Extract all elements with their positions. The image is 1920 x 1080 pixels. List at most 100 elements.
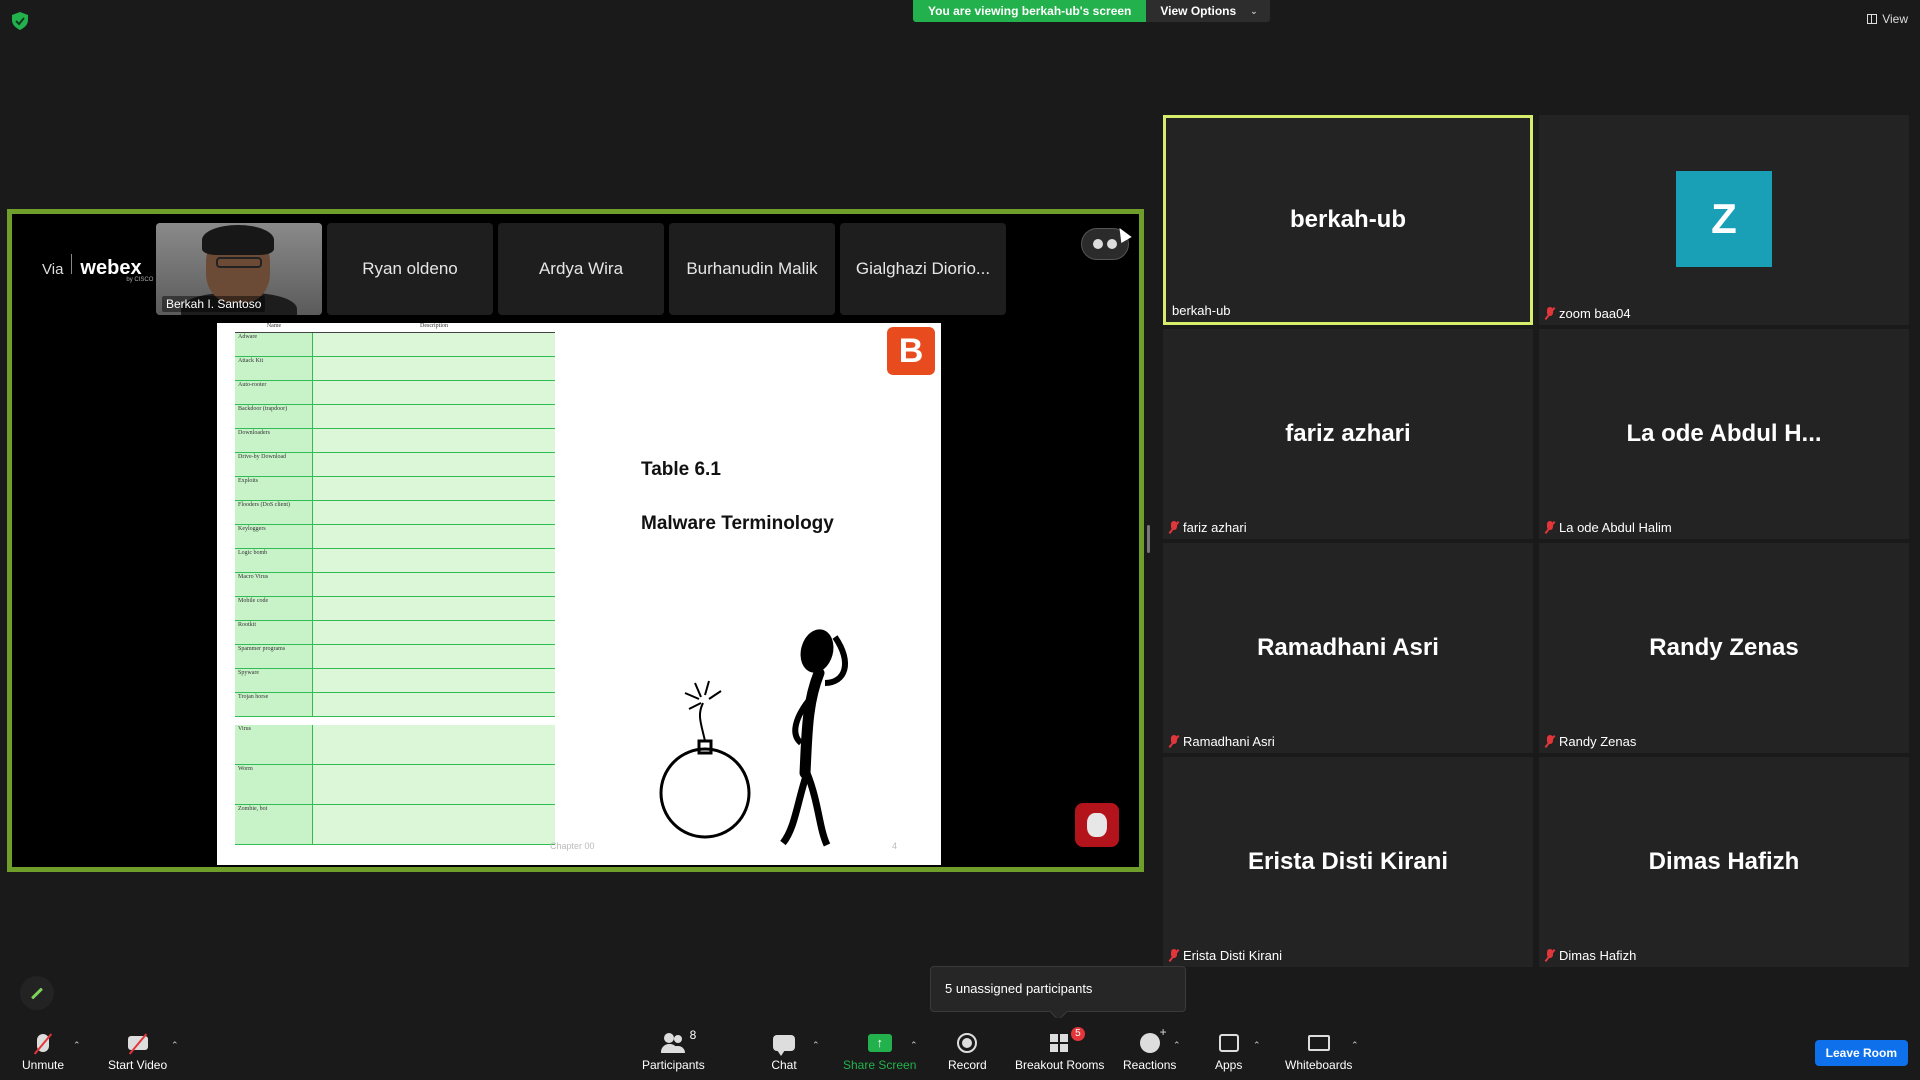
participant-name-label: Randy Zenas [1545,734,1636,749]
annotate-button[interactable] [20,976,54,1010]
table-cell-name: Mobile code [235,597,313,620]
video-off-icon [127,1036,148,1050]
table-cell-name: Attack Kit [235,357,313,380]
table-cell-name: Keyloggers [235,525,313,548]
record-button[interactable]: Record [948,1032,987,1072]
webex-logo: Via webex by CISCO [42,254,153,283]
participant-tile[interactable]: Ramadhani Asri Ramadhani Asri [1163,543,1533,753]
chevron-down-icon: ⌄ [1250,6,1258,16]
table-row: Rootkit [235,621,555,645]
participant-name-label: fariz azhari [1169,520,1247,535]
view-button[interactable]: View [1867,12,1908,26]
participant-tile[interactable]: berkah-ub berkah-ub [1163,115,1533,325]
table-cell-name: Zombie, bot [235,805,313,844]
participant-name-label: zoom baa04 [1545,306,1631,321]
table-cell-name: Trojan horse [235,693,313,716]
malware-table: Name Description Adware Attack Kit Auto-ro… [235,323,555,865]
breakout-rooms-icon [1049,1034,1070,1052]
participant-name-label: Dimas Hafizh [1545,948,1636,963]
muted-microphone-icon [1545,949,1555,962]
table-row: Macro Virus [235,573,555,597]
slide-title: Table 6.1 [641,459,721,480]
table-row: Mobile code [235,597,555,621]
table-cell-name: Drive-by Download [235,453,313,476]
muted-microphone-icon [1169,735,1179,748]
table-cell-name: Spammer programs [235,645,313,668]
participant-display-name: Ramadhani Asri [1257,634,1439,661]
audio-options-caret[interactable]: ⌃ [73,1040,81,1051]
participant-name-label: berkah-ub [1172,303,1231,318]
slide-subtitle: Malware Terminology [641,513,834,534]
table-cell-name: Auto-rooter [235,381,313,404]
reactions-button[interactable]: Reactions [1123,1025,1176,1072]
table-cell-name: Exploits [235,477,313,500]
webex-participant-strip: Berkah I. Santoso Ryan oldeno Ardya Wira… [156,223,1006,315]
table-cell-name: Rootkit [235,621,313,644]
breakout-rooms-button[interactable]: 5 Breakout Rooms [1015,1027,1104,1072]
table-row: Downloaders [235,429,555,453]
table-cell-name: Adware [235,333,313,356]
participant-tile[interactable]: La ode Abdul H... La ode Abdul Halim [1539,329,1909,539]
unassigned-participants-tooltip: 5 unassigned participants [930,966,1186,1012]
bomb-and-stickman-illustration [659,629,848,847]
share-screen-button[interactable]: ↑ Share Screen [843,1032,916,1072]
share-screen-icon: ↑ [867,1034,892,1052]
share-options-caret[interactable]: ⌃ [910,1040,918,1051]
participant-tile[interactable]: Randy Zenas Randy Zenas [1539,543,1909,753]
view-options-button[interactable]: View Options ⌄ [1146,0,1270,22]
participant-display-name: berkah-ub [1289,206,1406,233]
participant-tile[interactable]: Zzoom baa04 [1539,115,1909,325]
screen-share-banner: You are viewing berkah-ub's screen View … [913,0,1270,22]
presentation-slide: Name Description Adware Attack Kit Auto-ro… [217,323,941,865]
muted-microphone-icon [1545,735,1555,748]
avatar: Z [1676,171,1772,267]
webex-tile: Burhanudin Malik [669,223,835,315]
table-cell-name: Worm [235,765,313,804]
viewing-screen-label: You are viewing berkah-ub's screen [913,0,1147,22]
table-row: Drive-by Download [235,453,555,477]
apps-button[interactable]: Apps [1215,1032,1242,1072]
participant-display-name: Randy Zenas [1649,634,1799,661]
chat-button[interactable]: Chat [771,1032,797,1072]
muted-microphone-icon [1545,521,1555,534]
whiteboards-button[interactable]: Whiteboards [1285,1032,1352,1072]
resize-handle[interactable] [1147,525,1150,553]
university-logo-icon [1075,803,1119,847]
table-row: Logic bomb [235,549,555,573]
slide-page-number: 4 [891,841,897,851]
shared-screen[interactable]: Via webex by CISCO Berkah I. Santoso Rya… [7,209,1144,872]
shield-icon[interactable] [12,12,28,30]
participant-tile[interactable]: fariz azhari fariz azhari [1163,329,1533,539]
chat-options-caret[interactable]: ⌃ [812,1040,820,1051]
table-row: Trojan horse [235,693,555,717]
whiteboard-icon [1307,1035,1330,1051]
participant-tile[interactable]: Dimas Hafizh Dimas Hafizh [1539,757,1909,967]
reactions-options-caret[interactable]: ⌃ [1173,1040,1181,1051]
whiteboards-options-caret[interactable]: ⌃ [1351,1040,1359,1051]
participant-display-name: Dimas Hafizh [1648,848,1800,875]
apps-options-caret[interactable]: ⌃ [1253,1040,1261,1051]
b-logo-icon: B [887,327,935,375]
participant-name-label: Erista Disti Kirani [1169,948,1282,963]
unmute-button[interactable]: Unmute [22,1032,64,1072]
table-row: Zombie, bot [235,805,555,845]
start-video-button[interactable]: Start Video [108,1032,167,1072]
chat-icon [773,1035,795,1056]
table-cell-name: Downloaders [235,429,313,452]
participant-tile[interactable]: Erista Disti Kirani Erista Disti Kirani [1163,757,1533,967]
table-row: Flooders (DoS client) [235,501,555,525]
table-row: Spammer programs [235,645,555,669]
participant-display-name: fariz azhari [1285,420,1411,447]
leave-room-button[interactable]: Leave Room [1814,1040,1908,1066]
table-row: Auto-rooter [235,381,555,405]
table-row: Keyloggers [235,525,555,549]
participant-display-name: Erista Disti Kirani [1247,848,1449,875]
participants-button[interactable]: 8 Participants [642,1028,705,1072]
table-row: Virus [235,725,555,765]
apps-icon [1218,1034,1239,1052]
webex-tile: Ryan oldeno [327,223,493,315]
participants-icon [660,1033,686,1053]
webex-tile-name: Berkah I. Santoso [162,296,266,312]
muted-microphone-icon [1169,521,1179,534]
video-options-caret[interactable]: ⌃ [171,1040,179,1051]
